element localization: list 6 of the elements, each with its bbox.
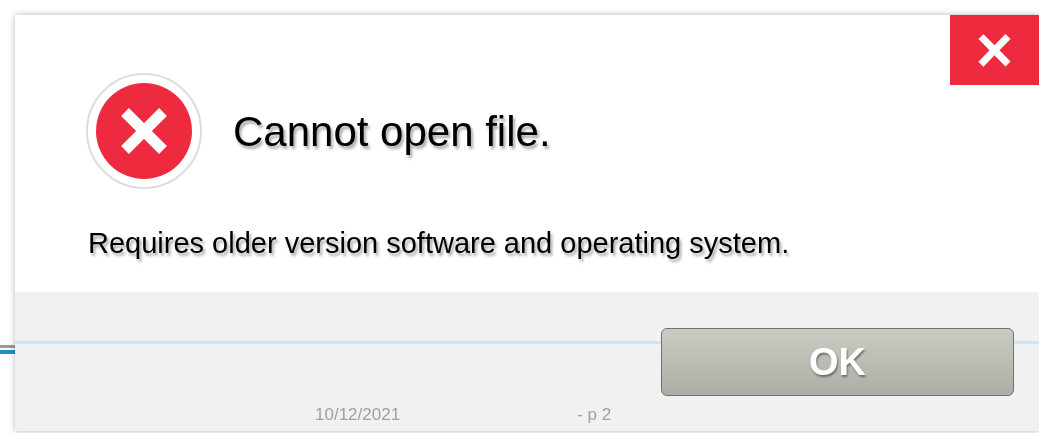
error-message: Requires older version software and operating system. [88,226,791,261]
close-button[interactable]: × [950,15,1039,85]
slide-page-number: - p 2 [577,404,612,426]
slide-date: 10/12/2021 [315,404,401,426]
error-icon [85,72,203,190]
dialog-title: Cannot open file. [233,106,551,157]
